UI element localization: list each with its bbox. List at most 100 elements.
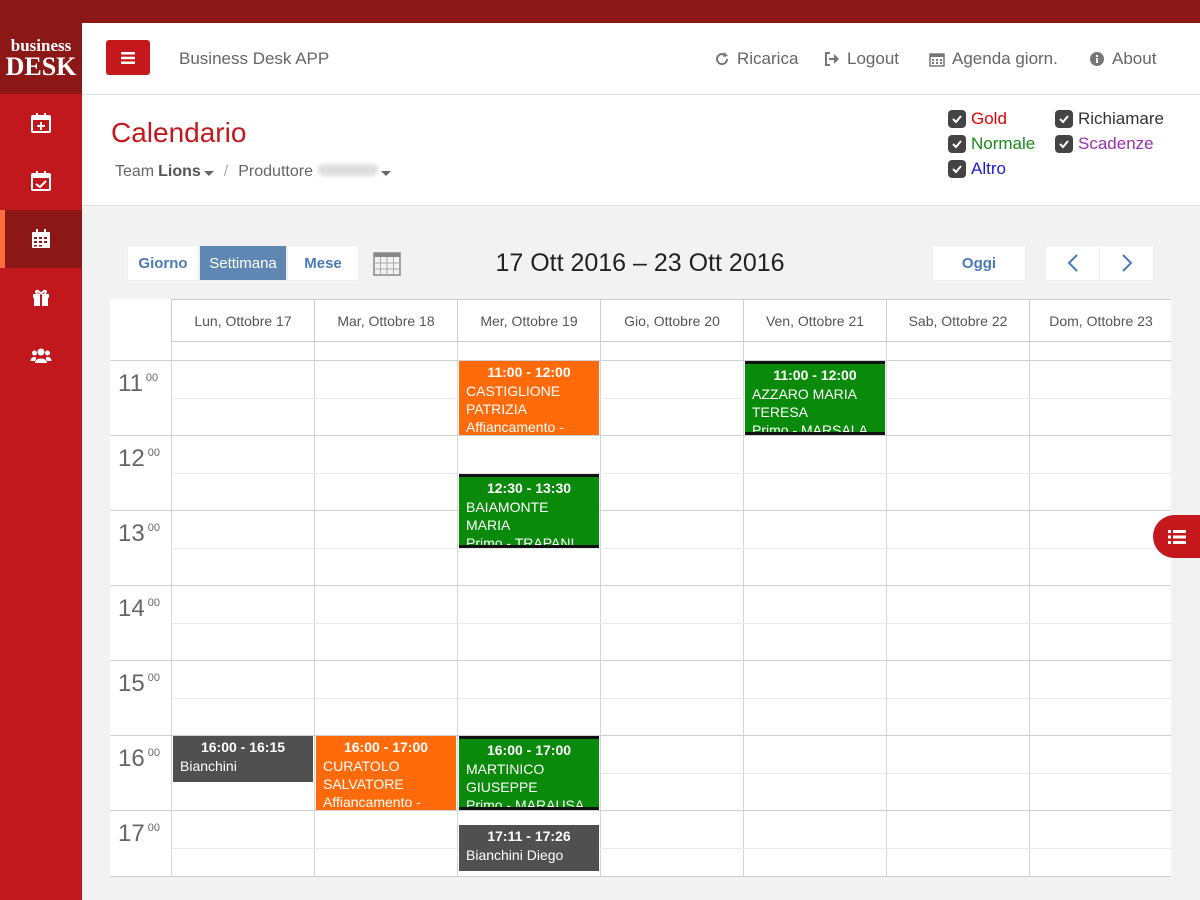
sidebar-item-calendar[interactable] xyxy=(0,210,82,268)
hour-label: 15 00 xyxy=(118,670,160,698)
event-line: Bianchini xyxy=(180,758,237,774)
hour-label: 17 00 xyxy=(118,820,160,848)
half-hour-divider xyxy=(171,847,1171,849)
hour-minutes: 00 xyxy=(147,597,160,609)
column-divider xyxy=(171,342,172,876)
logo-line2: DESK xyxy=(5,52,77,81)
calendar-event[interactable]: 11:00 - 12:00 CASTIGLIONE PATRIZIA Affianca… xyxy=(459,361,599,435)
hour-number: 12 xyxy=(118,445,145,472)
event-line: PATRIZIA xyxy=(466,401,527,417)
hour-number: 13 xyxy=(118,520,145,547)
nav-about[interactable]: About xyxy=(1089,49,1156,69)
sidebar-item-users[interactable] xyxy=(0,326,82,384)
users-icon xyxy=(30,348,52,363)
hour-label: 14 00 xyxy=(118,595,160,623)
nav-logout[interactable]: Logout xyxy=(824,49,899,69)
date-range-title: 17 Ott 2016 – 23 Ott 2016 xyxy=(495,249,785,277)
week-calendar: Lun, Ottobre 17 Mar, Ottobre 18 Mer, Ottob… xyxy=(110,299,1171,877)
column-divider xyxy=(457,342,458,876)
legend-scadenze[interactable]: Scadenze xyxy=(1055,134,1154,154)
hour-divider xyxy=(110,585,1171,586)
calendar-event[interactable]: 17:11 - 17:26 Bianchini Diego xyxy=(459,824,599,871)
hour-number: 14 xyxy=(118,595,145,622)
day-header: Mar, Ottobre 18 xyxy=(314,299,457,342)
event-time: 16:00 - 17:00 xyxy=(343,739,429,755)
top-header: Business Desk APP Ricarica Logout Agenda… xyxy=(82,23,1200,95)
prev-week-button[interactable] xyxy=(1045,245,1100,281)
view-settimana-button[interactable]: Settimana xyxy=(199,245,287,281)
page-title: Calendario xyxy=(111,117,247,148)
legend-normale[interactable]: Normale xyxy=(948,134,1035,154)
view-giorno-button[interactable]: Giorno xyxy=(127,245,199,281)
view-mese-button[interactable]: Mese xyxy=(287,245,359,281)
hour-number: 15 xyxy=(118,670,145,697)
day-header: Sab, Ottobre 22 xyxy=(886,299,1029,342)
chevron-left-icon xyxy=(1067,254,1078,272)
nav-ricarica[interactable]: Ricarica xyxy=(714,49,798,69)
column-divider xyxy=(886,342,887,876)
event-time: 11:00 - 12:00 xyxy=(487,364,571,380)
side-panel-toggle[interactable] xyxy=(1153,515,1200,558)
checkbox-checked-icon[interactable] xyxy=(948,160,966,178)
team-selector[interactable]: Team Lions xyxy=(115,163,214,181)
sidebar-item-gifts[interactable] xyxy=(0,268,82,326)
next-week-button[interactable] xyxy=(1099,245,1154,281)
legend-altro[interactable]: Altro xyxy=(948,159,1006,179)
menu-toggle-button[interactable] xyxy=(106,40,150,75)
calendar-event[interactable]: 11:00 - 12:00 AZZARO MARIA TERESA Primo - M… xyxy=(745,361,885,435)
hour-number: 16 xyxy=(118,745,145,772)
event-line: CURATOLO xyxy=(323,758,400,774)
legend-richiamare[interactable]: Richiamare xyxy=(1055,109,1164,129)
nav-logout-label: Logout xyxy=(847,49,899,68)
produttore-selector[interactable]: Produttore xyxy=(238,163,391,181)
gift-icon xyxy=(33,289,49,306)
nav-agenda[interactable]: Agenda giorn. xyxy=(929,49,1058,69)
calendar-event[interactable]: 12:30 - 13:30 BAIAMONTE MARIA Primo - TRAPA… xyxy=(459,473,599,548)
sidebar-item-new-appointment[interactable] xyxy=(0,94,82,152)
calendar-grid-icon xyxy=(32,229,50,248)
sidebar-item-tasks[interactable] xyxy=(0,152,82,210)
calendar-event[interactable]: 16:00 - 16:15 Bianchini xyxy=(173,736,313,782)
legend-richiamare-label: Richiamare xyxy=(1078,109,1164,128)
breadcrumb: Team Lions / Produttore xyxy=(115,163,391,181)
checkbox-checked-icon[interactable] xyxy=(1055,135,1073,153)
app-logo[interactable]: business DESK xyxy=(0,23,82,94)
today-button[interactable]: Oggi xyxy=(932,245,1026,281)
calendar-event[interactable]: 16:00 - 17:00 MARTINICO GIUSEPPE Primo - MA… xyxy=(459,736,599,810)
column-divider xyxy=(743,342,744,876)
checkbox-checked-icon[interactable] xyxy=(948,110,966,128)
caret-down-icon xyxy=(380,171,391,176)
info-icon xyxy=(1090,52,1104,66)
checkbox-checked-icon[interactable] xyxy=(1055,110,1073,128)
team-name: Lions xyxy=(158,163,201,180)
hour-divider xyxy=(110,810,1171,811)
date-picker-icon[interactable] xyxy=(373,251,401,276)
hour-divider xyxy=(110,510,1171,511)
hour-minutes: 00 xyxy=(147,822,160,834)
half-hour-divider xyxy=(171,397,1171,399)
event-time: 12:30 - 13:30 xyxy=(486,479,572,496)
half-hour-divider xyxy=(171,622,1171,624)
hour-minutes: 00 xyxy=(147,747,160,759)
day-header: Dom, Ottobre 23 xyxy=(1029,299,1171,342)
list-icon xyxy=(1167,529,1186,544)
calendar-plus-icon xyxy=(31,113,51,133)
event-line: CASTIGLIONE xyxy=(466,383,561,399)
day-header: Mer, Ottobre 19 xyxy=(457,299,600,342)
event-time: 16:00 - 16:15 xyxy=(200,739,286,755)
legend-gold[interactable]: Gold xyxy=(948,109,1007,129)
half-hour-divider xyxy=(171,472,1171,474)
event-line: MARIA xyxy=(466,516,511,533)
column-divider xyxy=(1029,342,1030,876)
event-details: Bianchini xyxy=(173,757,313,775)
page-header: Calendario Team Lions / Produttore Gold R… xyxy=(82,95,1200,206)
calendar-event[interactable]: 16:00 - 17:00 CURATOLO SALVATORE Affiancame… xyxy=(316,736,456,810)
checkbox-checked-icon[interactable] xyxy=(948,135,966,153)
legend-normale-label: Normale xyxy=(971,134,1036,153)
hour-label: 13 00 xyxy=(118,520,160,548)
hour-minutes: 00 xyxy=(145,372,159,384)
half-hour-divider xyxy=(171,697,1171,699)
event-details: CASTIGLIONE PATRIZIA Affiancamento - xyxy=(459,382,599,435)
event-time: 16:00 - 17:00 xyxy=(486,742,572,758)
refresh-icon xyxy=(716,52,729,66)
